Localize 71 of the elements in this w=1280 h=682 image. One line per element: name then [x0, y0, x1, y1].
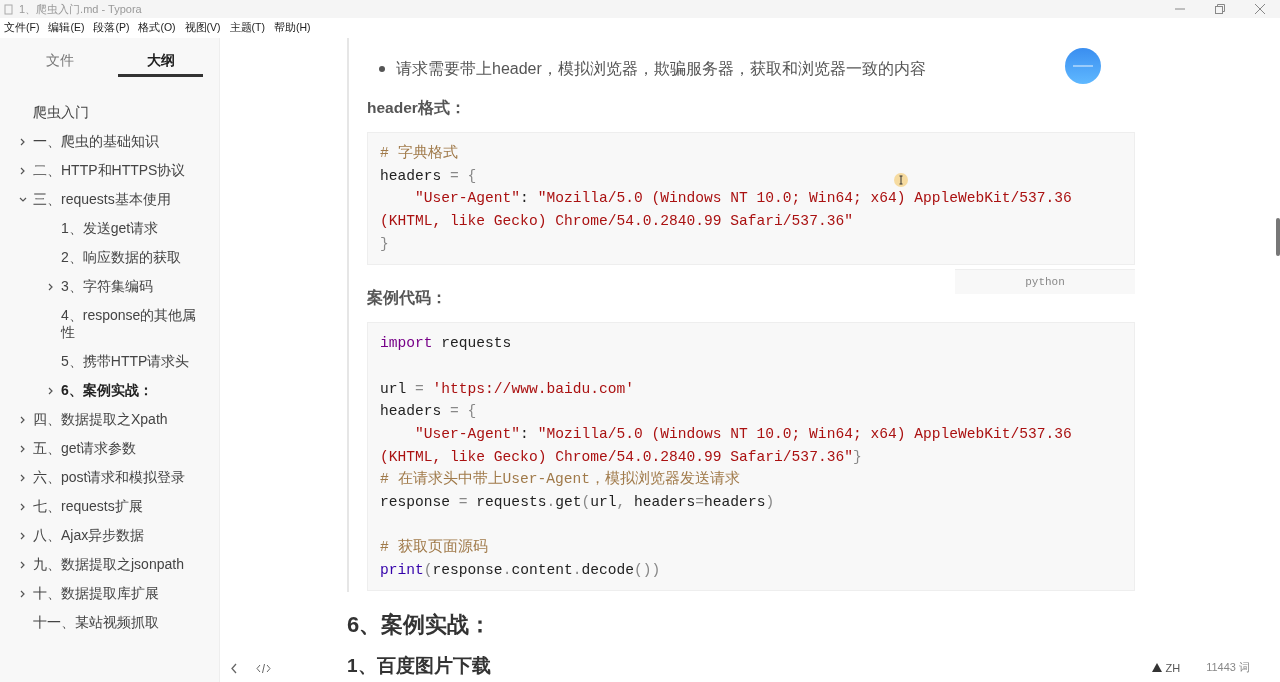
code-block[interactable]: # 字典格式 headers = { "User-Agent": "Mozilla/5.0 (Windows NT 10.0; Win64; x64) AppleWebKit/537.36 (KHTML, like Gecko) Chrome/54.0.2840.99 Safari/537.36" }: [367, 132, 1135, 266]
menu-item[interactable]: 段落(P): [93, 21, 130, 35]
outline-item[interactable]: 4、response的其他属性: [61, 307, 199, 341]
sidebar-tab[interactable]: 大纲: [118, 51, 203, 77]
chevron-right-icon[interactable]: [19, 589, 27, 598]
code-line: # 获取页面源码: [380, 537, 488, 558]
chevron-right-icon[interactable]: [19, 166, 27, 175]
chevron-right-icon[interactable]: [47, 386, 55, 395]
floating-ball-icon[interactable]: [1065, 48, 1101, 84]
outline-item[interactable]: 一、爬虫的基础知识: [33, 133, 159, 150]
chevron-right-icon[interactable]: [47, 282, 55, 291]
code-line: url = 'https://www.baidu.com': [380, 379, 634, 399]
outline-item[interactable]: 爬虫入门: [33, 104, 89, 121]
outline-item[interactable]: 四、数据提取之Xpath: [33, 411, 168, 428]
outline-item[interactable]: 6、案例实战：: [61, 382, 153, 399]
chevron-right-icon[interactable]: [19, 415, 27, 424]
outline-item[interactable]: 九、数据提取之jsonpath: [33, 556, 184, 573]
chevron-right-icon[interactable]: [19, 502, 27, 511]
outline-item[interactable]: 十一、某站视频抓取: [33, 614, 159, 631]
code-line: # 字典格式: [380, 143, 458, 163]
cursor-highlight-icon: [894, 173, 908, 187]
code-line: "User-Agent": "Mozilla/5.0 (Windows NT 10.0; Win64; x64) AppleWebKit/537.36 (KHTML, like Gecko) Chrome/54.0.2840.99 Safari/537.36"}: [380, 424, 1073, 467]
bullet-icon: [379, 66, 385, 72]
chevron-right-icon[interactable]: [19, 473, 27, 482]
heading: 6、案例实战：: [347, 611, 493, 640]
chevron-down-icon[interactable]: [19, 195, 27, 204]
scrollbar-thumb[interactable]: [1276, 218, 1280, 256]
menu-item[interactable]: 视图(V): [184, 21, 221, 35]
code-line: }: [380, 234, 389, 254]
outline-item[interactable]: 3、字符集编码: [61, 278, 153, 295]
menu-item[interactable]: 格式(O): [138, 21, 176, 35]
close-icon[interactable]: [1255, 4, 1265, 14]
outline-item[interactable]: 六、post请求和模拟登录: [33, 469, 186, 486]
outline-item[interactable]: 七、requests扩展: [33, 498, 143, 515]
restore-icon[interactable]: [1215, 4, 1225, 14]
menu-item[interactable]: 编辑(E): [48, 21, 85, 35]
menu-item[interactable]: 帮助(H): [274, 21, 311, 35]
menu-item[interactable]: 文件(F): [4, 21, 40, 35]
code-line: headers = {: [380, 402, 477, 422]
back-icon[interactable]: [230, 663, 238, 674]
outline-item[interactable]: 三、requests基本使用: [33, 191, 171, 208]
outline-item[interactable]: 八、Ajax异步数据: [33, 527, 145, 544]
chevron-right-icon[interactable]: [19, 531, 27, 540]
code-line: "User-Agent": "Mozilla/5.0 (Windows NT 10.0; Win64; x64) AppleWebKit/537.36 (KHTML, like Gecko) Chrome/54.0.2840.99 Safari/537.36": [380, 189, 1073, 231]
outline-item[interactable]: 5、携带HTTP请求头: [61, 353, 190, 370]
source-code-icon[interactable]: [256, 663, 271, 674]
outline-item[interactable]: 2、响应数据的获取: [61, 249, 181, 266]
chevron-right-icon[interactable]: [19, 444, 27, 453]
outline-item[interactable]: 二、HTTP和HTTPS协议: [33, 162, 186, 179]
menu-item[interactable]: 主题(T): [229, 21, 265, 35]
language-label[interactable]: python: [955, 269, 1135, 295]
chevron-right-icon[interactable]: [19, 137, 27, 146]
word-count[interactable]: 11443 词: [1206, 660, 1250, 675]
code-line: print(response.content.decode()): [380, 560, 661, 580]
chevron-right-icon[interactable]: [19, 560, 27, 569]
app-icon: [4, 3, 13, 15]
warning-icon[interactable]: [1151, 663, 1162, 672]
section-label: header格式：: [367, 98, 467, 118]
window-title: 1、爬虫入门.md - Typora: [19, 1, 142, 17]
code-line: # 在请求头中带上User-Agent，模拟浏览器发送请求: [380, 469, 741, 490]
heading: 1、百度图片下载: [347, 655, 492, 678]
outline-item[interactable]: 1、发送get请求: [61, 220, 159, 237]
code-line: headers = {: [380, 166, 477, 186]
section-label: 案例代码：: [367, 288, 448, 309]
language-indicator[interactable]: ZH: [1165, 661, 1181, 674]
code-line: import requests: [380, 334, 512, 354]
sidebar-tab[interactable]: 文件: [17, 51, 102, 77]
code-line: response = requests.get(url, headers=headers): [380, 492, 775, 512]
outline-item[interactable]: 十、数据提取库扩展: [33, 585, 159, 602]
outline-item[interactable]: 五、get请求参数: [33, 440, 137, 457]
list-item: 请求需要带上header，模拟浏览器，欺骗服务器，获取和浏览器一致的内容: [396, 59, 926, 79]
